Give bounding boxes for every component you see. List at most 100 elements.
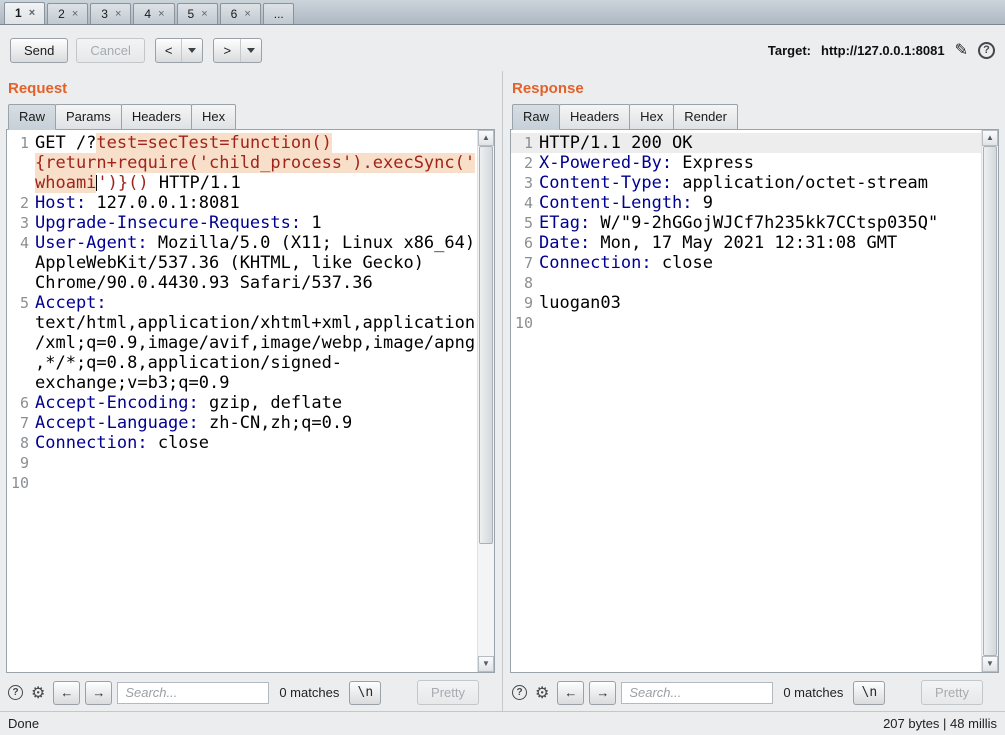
response-tab-render[interactable]: Render <box>673 104 738 130</box>
code-segment: 9 <box>692 193 714 213</box>
editor-line: 6 Accept-Encoding: gzip, deflate <box>7 393 477 413</box>
regex-newline-button[interactable]: \n <box>349 680 382 705</box>
response-editor-tabs: Raw Headers Hex Render <box>510 104 999 130</box>
line-content[interactable]: X-Powered-By: Express <box>539 153 981 173</box>
repeater-tab-1[interactable]: 1 × <box>4 2 46 24</box>
request-editor-lines[interactable]: 1 GET /?test=secTest=function(){return+re… <box>7 130 477 672</box>
scrollbar-thumb[interactable] <box>983 146 997 656</box>
line-content[interactable]: Connection: close <box>35 433 477 453</box>
search-input[interactable] <box>117 681 270 704</box>
scroll-down-button[interactable]: ▼ <box>982 656 998 672</box>
editor-line: 7 Accept-Language: zh-CN,zh;q=0.9 <box>7 413 477 433</box>
pretty-button[interactable]: Pretty <box>921 680 983 705</box>
search-input[interactable] <box>621 681 774 704</box>
search-next-button[interactable]: → <box>589 680 617 705</box>
request-editor[interactable]: 1 GET /?test=secTest=function(){return+re… <box>6 129 495 673</box>
scroll-up-icon: ▲ <box>482 133 490 142</box>
tab-close-icon[interactable]: × <box>201 8 207 20</box>
editor-help-icon[interactable]: ? <box>8 685 23 700</box>
scrollbar-thumb[interactable] <box>479 146 493 544</box>
scroll-down-button[interactable]: ▼ <box>478 656 494 672</box>
request-panel: Request Raw Params Headers Hex 1 GET /?test=… <box>6 71 495 711</box>
cancel-button[interactable]: Cancel <box>76 37 145 63</box>
editor-line: 6 Date: Mon, 17 May 2021 12:31:08 GMT <box>511 233 981 253</box>
scrollbar-track[interactable] <box>982 146 998 656</box>
line-number: 2 <box>523 154 533 172</box>
code-segment: X-Powered-By: <box>539 153 673 173</box>
line-content[interactable]: Content-Type: application/octet-stream <box>539 173 981 193</box>
regex-newline-button[interactable]: \n <box>853 680 886 705</box>
editor-settings-icon[interactable]: ⚙ <box>535 683 549 703</box>
request-tab-params[interactable]: Params <box>55 104 122 130</box>
request-editor-scrollbar[interactable]: ▲ ▼ <box>477 130 494 672</box>
next-request-dropdown[interactable] <box>241 39 261 62</box>
line-content[interactable]: Content-Length: 9 <box>539 193 981 213</box>
tab-close-icon[interactable]: × <box>72 8 78 20</box>
editor-line: 1 GET /?test=secTest=function(){return+re… <box>7 133 477 193</box>
next-request-button[interactable]: > <box>213 37 263 63</box>
line-content[interactable]: Accept: text/html,application/xhtml+xml,… <box>35 293 477 393</box>
line-number: 1 <box>523 134 533 152</box>
code-segment: HTTP/1.1 <box>148 173 241 193</box>
request-tab-hex[interactable]: Hex <box>190 104 237 130</box>
line-content[interactable]: ETag: W/"9-2hGGojWJCf7h235kk7CCtsp035Q" <box>539 213 981 233</box>
line-content[interactable]: GET /?test=secTest=function(){return+req… <box>35 133 477 193</box>
line-content[interactable]: Connection: close <box>539 253 981 273</box>
line-content[interactable]: luogan03 <box>539 293 981 313</box>
request-tab-raw[interactable]: Raw <box>8 104 57 130</box>
response-tab-hex[interactable]: Hex <box>629 104 675 130</box>
scrollbar-track[interactable] <box>478 146 494 656</box>
scroll-up-button[interactable]: ▲ <box>982 130 998 146</box>
tab-close-icon[interactable]: × <box>29 7 35 19</box>
send-button[interactable]: Send <box>10 37 69 63</box>
line-content[interactable]: Host: 127.0.0.1:8081 <box>35 193 477 213</box>
tab-close-icon[interactable]: × <box>158 8 164 20</box>
arrow-right-icon: → <box>596 685 610 700</box>
request-editor-footer: ? ⚙ ← → 0 matches \n Pretty <box>6 673 495 711</box>
response-editor-scrollbar[interactable]: ▲ ▼ <box>981 130 998 672</box>
line-content[interactable]: Accept-Encoding: gzip, deflate <box>35 393 477 413</box>
prev-request-dropdown[interactable] <box>182 39 202 62</box>
repeater-tab-4[interactable]: 4 × <box>133 3 175 24</box>
tab-close-icon[interactable]: × <box>115 8 121 20</box>
repeater-tab-2[interactable]: 2 × <box>47 3 89 24</box>
line-content[interactable]: User-Agent: Mozilla/5.0 (X11; Linux x86_… <box>35 233 477 293</box>
code-segment: Date: <box>539 233 591 253</box>
repeater-tab-3[interactable]: 3 × <box>90 3 132 24</box>
response-panel-title: Response <box>512 80 584 97</box>
search-next-button[interactable]: → <box>85 680 113 705</box>
prev-request-button[interactable]: < <box>154 37 204 63</box>
pretty-button[interactable]: Pretty <box>417 680 479 705</box>
editor-settings-icon[interactable]: ⚙ <box>31 683 45 703</box>
next-request-label[interactable]: > <box>214 38 242 62</box>
code-segment: 1 <box>301 213 322 233</box>
code-segment: Content-Type: <box>539 173 673 193</box>
line-content[interactable]: HTTP/1.1 200 OK <box>539 133 981 153</box>
code-segment: ETag: <box>539 213 591 233</box>
line-number: 4 <box>523 194 533 212</box>
response-editor[interactable]: 1 HTTP/1.1 200 OK 2 X-Powered-By: Express 3 C… <box>510 129 999 673</box>
scroll-up-button[interactable]: ▲ <box>478 130 494 146</box>
search-prev-button[interactable]: ← <box>557 680 585 705</box>
response-editor-lines[interactable]: 1 HTTP/1.1 200 OK 2 X-Powered-By: Express 3 C… <box>511 130 981 672</box>
editor-help-icon[interactable]: ? <box>512 685 527 700</box>
repeater-tab-5[interactable]: 5 × <box>176 3 218 24</box>
prev-request-label[interactable]: < <box>156 38 183 62</box>
code-segment: Mon, 17 May 2021 12:31:08 GMT <box>590 233 898 253</box>
repeater-tab-6[interactable]: 6 × <box>219 3 261 24</box>
code-segment: User-Agent: <box>35 233 148 253</box>
help-icon[interactable]: ? <box>978 41 995 59</box>
tab-close-icon[interactable]: × <box>244 8 250 20</box>
search-prev-button[interactable]: ← <box>53 680 81 705</box>
response-tab-headers[interactable]: Headers <box>559 104 631 130</box>
line-content[interactable]: Date: Mon, 17 May 2021 12:31:08 GMT <box>539 233 981 253</box>
repeater-tab-...[interactable]: ... <box>262 3 294 24</box>
response-tab-raw[interactable]: Raw <box>512 104 561 130</box>
line-content[interactable]: Accept-Language: zh-CN,zh;q=0.9 <box>35 413 477 433</box>
line-number: 7 <box>523 254 533 272</box>
edit-target-icon[interactable]: ✎ <box>955 40 968 60</box>
line-content[interactable]: Upgrade-Insecure-Requests: 1 <box>35 213 477 233</box>
code-segment: 127.0.0.1:8081 <box>86 193 240 213</box>
editor-line: 5 Accept: text/html,application/xhtml+xml… <box>7 293 477 393</box>
request-tab-headers[interactable]: Headers <box>120 104 192 130</box>
